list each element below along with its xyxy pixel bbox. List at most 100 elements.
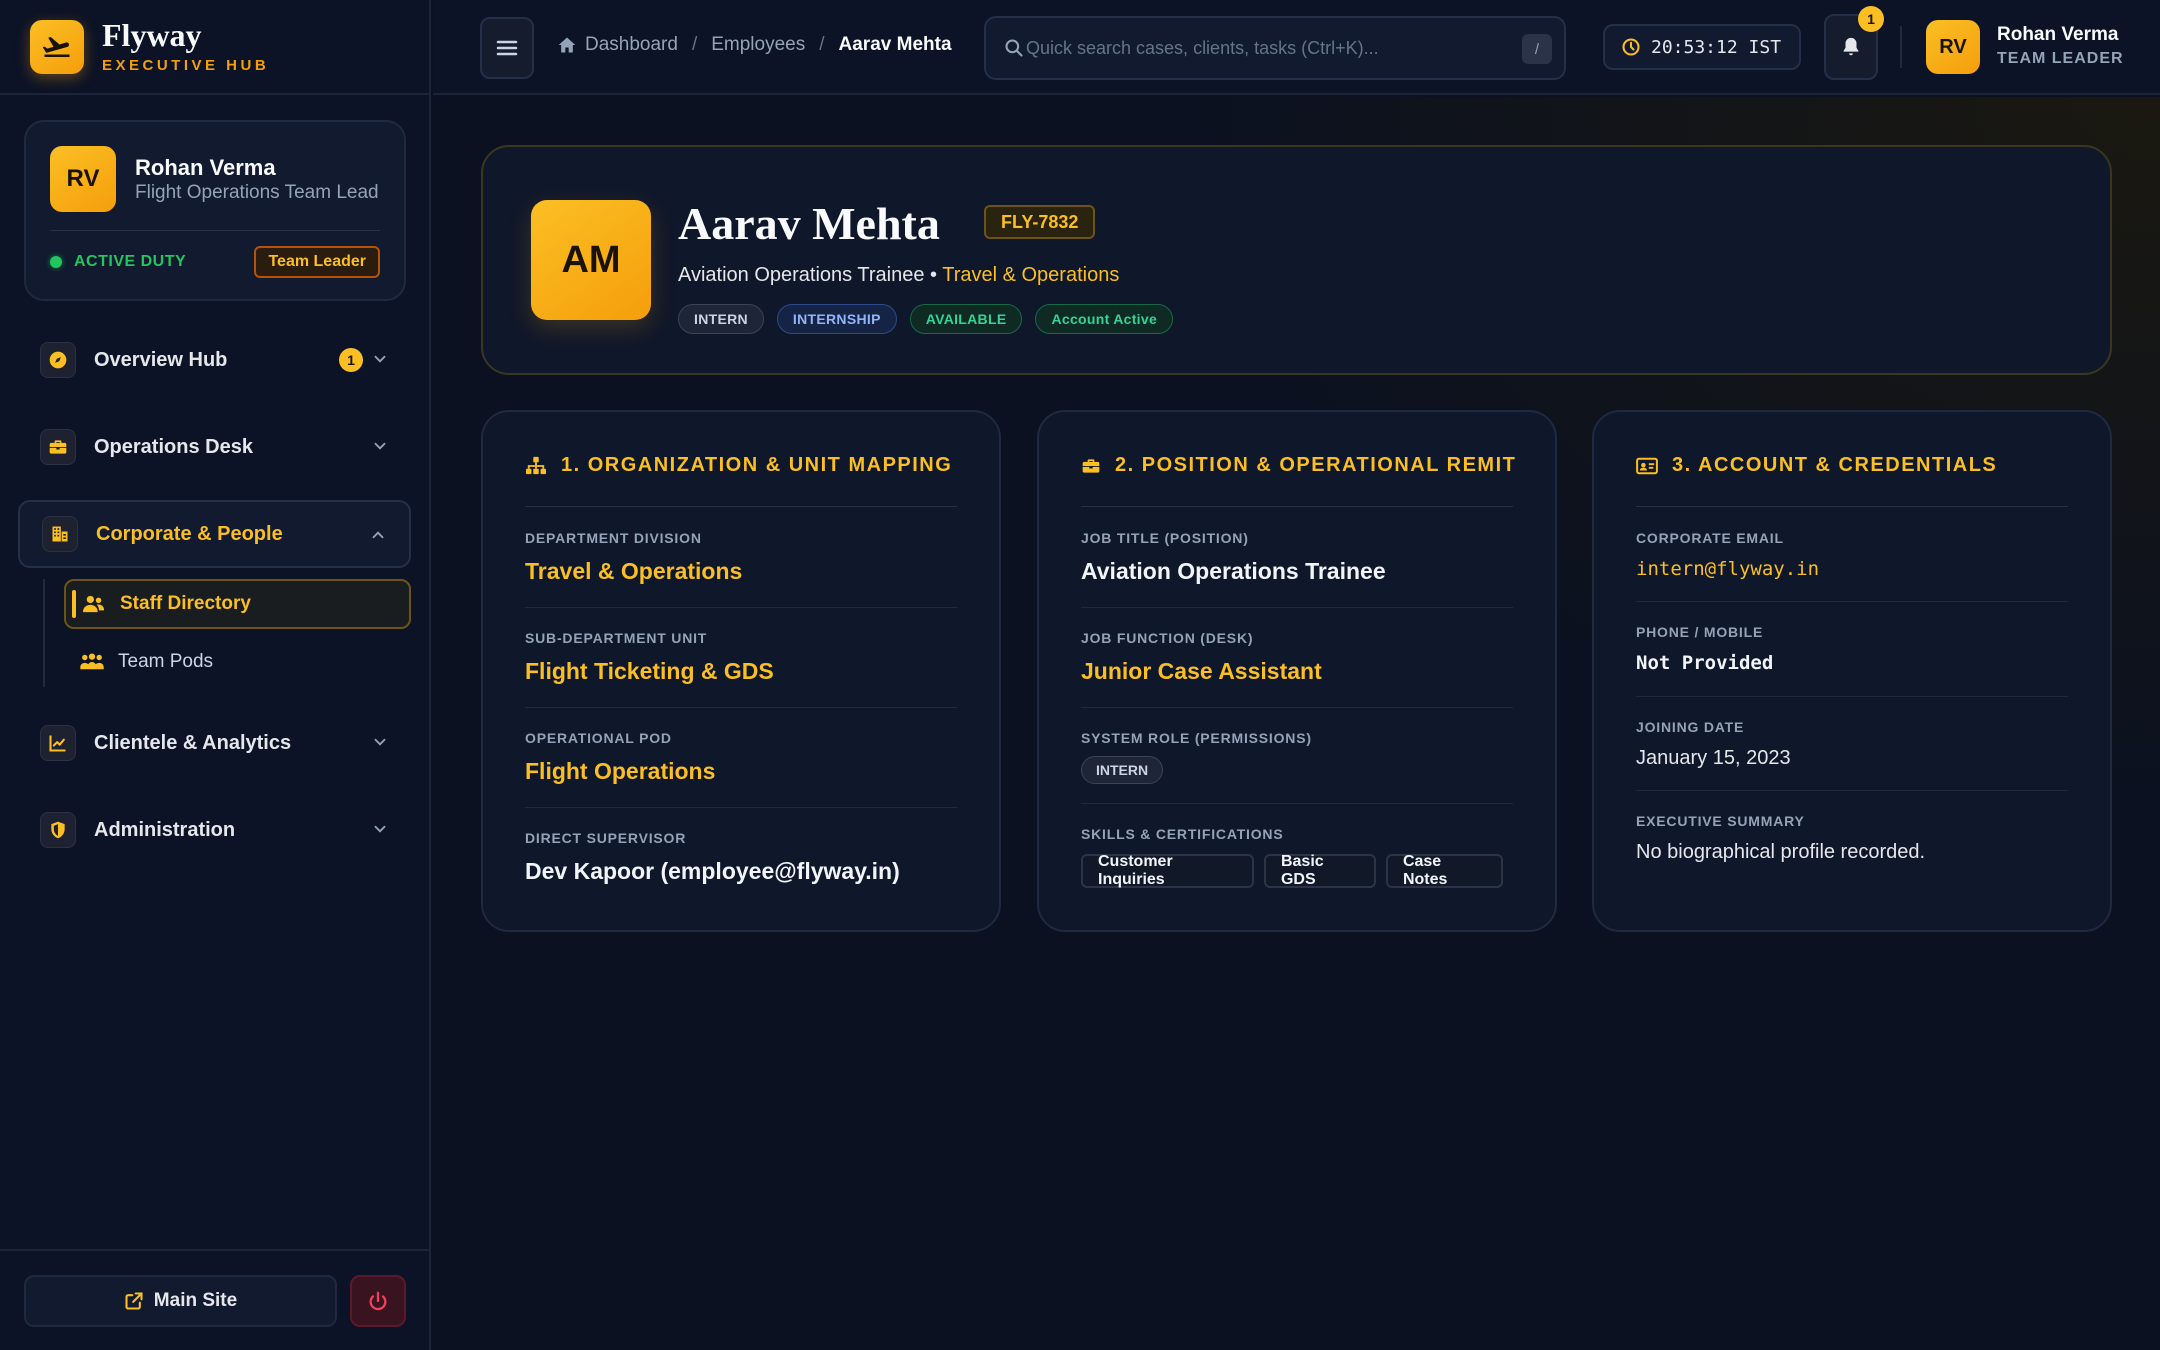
notifications-button[interactable]: 1 (1824, 6, 1884, 80)
power-icon (369, 1291, 387, 1311)
menu-toggle-button[interactable] (480, 17, 534, 79)
nav-item-operations-desk[interactable]: Operations Desk (18, 413, 411, 481)
chevron-up-icon (372, 531, 384, 539)
card-title-text: 3. ACCOUNT & CREDENTIALS (1672, 454, 1998, 476)
profile-header-card: AM Aarav Mehta FLY-7832 Aviation Operati… (481, 145, 2112, 375)
external-link-icon (125, 1292, 143, 1310)
divider (525, 807, 957, 808)
divider (1081, 803, 1513, 804)
chevron-down-icon (374, 738, 386, 746)
divider (1636, 790, 2068, 791)
field-value: Junior Case Assistant (1081, 658, 1322, 684)
field-value: Not Provided (1636, 652, 1774, 674)
clock-time: 20:53:12 IST (1651, 36, 1782, 58)
subnav-item-team-pods[interactable]: Team Pods (64, 637, 411, 687)
divider (1636, 601, 2068, 602)
field-value: Dev Kapoor (employee@flyway.in) (525, 858, 900, 884)
user-card: RV Rohan Verma Flight Operations Team Le… (24, 120, 406, 301)
field-value: Aviation Operations Trainee (1081, 558, 1386, 584)
nav-item-clientele-analytics[interactable]: Clientele & Analytics (18, 709, 411, 777)
field-job-function: JOB FUNCTION (DESK) Junior Case Assistan… (1081, 630, 1513, 685)
field-label: JOB TITLE (POSITION) (1081, 530, 1249, 546)
organization-card: 1. ORGANIZATION & UNIT MAPPING DEPARTMEN… (481, 410, 1001, 932)
employee-name: Aarav Mehta (678, 198, 940, 249)
divider (525, 707, 957, 708)
field-job-title: JOB TITLE (POSITION) Aviation Operations… (1081, 530, 1513, 585)
field-phone: PHONE / MOBILE Not Provided (1636, 624, 2068, 674)
breadcrumb-current: Aarav Mehta (838, 34, 952, 55)
search-icon (1005, 39, 1023, 57)
field-value: January 15, 2023 (1636, 747, 1791, 769)
divider (50, 230, 380, 231)
main-site-label: Main Site (153, 1290, 238, 1311)
nav-item-administration[interactable]: Administration (18, 796, 411, 864)
chevron-down-icon (374, 825, 386, 833)
shield-icon (40, 812, 76, 848)
plane-icon (30, 19, 84, 74)
avatar: RV (50, 146, 116, 212)
search-shortcut-hint: / (1522, 34, 1552, 64)
field-label: JOINING DATE (1636, 719, 1745, 735)
duty-status: ACTIVE DUTY (50, 253, 186, 271)
main-content: AM Aarav Mehta FLY-7832 Aviation Operati… (433, 97, 2160, 1350)
card-title: 2. POSITION & OPERATIONAL REMIT (1081, 454, 1516, 477)
user-role: Flight Operations Team Lead (135, 182, 379, 203)
nav-item-corporate-people[interactable]: Corporate & People (18, 500, 411, 568)
status-dot-icon (50, 256, 62, 268)
main-site-button[interactable]: Main Site (24, 1275, 337, 1327)
building-icon (42, 516, 78, 552)
brand[interactable]: Flyway EXECUTIVE HUB (0, 0, 429, 95)
subnav-corporate-people: Staff Directory Team Pods (43, 579, 411, 687)
employee-subtitle: Aviation Operations Trainee • Travel & O… (678, 264, 1119, 287)
divider (525, 607, 957, 608)
divider (1636, 506, 2068, 507)
nav-label: Corporate & People (96, 522, 283, 545)
field-value[interactable]: intern@flyway.in (1636, 558, 2068, 580)
status-badge: INTERN (678, 304, 764, 334)
subnav-label: Team Pods (118, 651, 214, 672)
nav-item-overview-hub[interactable]: Overview Hub 1 (18, 326, 411, 394)
breadcrumb-dashboard[interactable]: Dashboard (585, 34, 678, 56)
skill-chip: Case Notes (1385, 853, 1503, 888)
field-department-division: DEPARTMENT DIVISION Travel & Operations (525, 530, 957, 585)
subnav-item-staff-directory[interactable]: Staff Directory (64, 579, 411, 629)
divider (1636, 696, 2068, 697)
avatar[interactable]: RV (1926, 20, 1980, 74)
brand-name: Flyway (102, 17, 202, 53)
sidebar: Flyway EXECUTIVE HUB RV Rohan Verma Flig… (0, 0, 431, 1350)
users-icon (82, 594, 106, 614)
field-operational-pod: OPERATIONAL POD Flight Operations (525, 730, 957, 785)
field-label: SUB-DEPARTMENT UNIT (525, 630, 708, 646)
user-name: Rohan Verma (135, 155, 276, 180)
avatar: AM (531, 200, 651, 320)
user-role: TEAM LEADER (1997, 50, 2124, 67)
user-name: Rohan Verma (1997, 24, 2119, 45)
clock-display: 20:53:12 IST (1603, 24, 1801, 70)
employee-position: Aviation Operations Trainee (678, 264, 925, 286)
search-input[interactable] (1026, 37, 1516, 59)
employee-id-badge: FLY-7832 (984, 205, 1096, 239)
card-title-text: 2. POSITION & OPERATIONAL REMIT (1115, 454, 1517, 476)
breadcrumb-employees[interactable]: Employees (711, 34, 805, 56)
status-badge: INTERNSHIP (776, 304, 897, 334)
duty-status-label: ACTIVE DUTY (74, 253, 187, 270)
role-badge: Team Leader (254, 246, 380, 278)
breadcrumb: Dashboard / Employees / Aarav Mehta (557, 34, 952, 56)
group-icon (80, 653, 104, 671)
position-card: 2. POSITION & OPERATIONAL REMIT JOB TITL… (1037, 410, 1557, 932)
field-value: Travel & Operations (525, 558, 743, 584)
card-title: 1. ORGANIZATION & UNIT MAPPING (525, 454, 952, 477)
field-sub-department: SUB-DEPARTMENT UNIT Flight Ticketing & G… (525, 630, 957, 685)
field-label: EXECUTIVE SUMMARY (1636, 813, 1805, 829)
divider (1081, 707, 1513, 708)
logout-button[interactable] (350, 1275, 406, 1327)
field-system-role: SYSTEM ROLE (PERMISSIONS) INTERN (1081, 730, 1513, 784)
sidebar-nav: Overview Hub 1 Operations Desk Corporate… (18, 326, 411, 883)
field-value: No biographical profile recorded. (1636, 841, 1926, 863)
field-corporate-email: CORPORATE EMAIL intern@flyway.in (1636, 530, 2068, 580)
search-box[interactable]: / (984, 16, 1566, 80)
field-label: DEPARTMENT DIVISION (525, 530, 702, 546)
divider (1900, 26, 1902, 68)
field-joining-date: JOINING DATE January 15, 2023 (1636, 719, 2068, 770)
skills-list: Customer Inquiries Basic GDS Case Notes (1081, 853, 1513, 888)
